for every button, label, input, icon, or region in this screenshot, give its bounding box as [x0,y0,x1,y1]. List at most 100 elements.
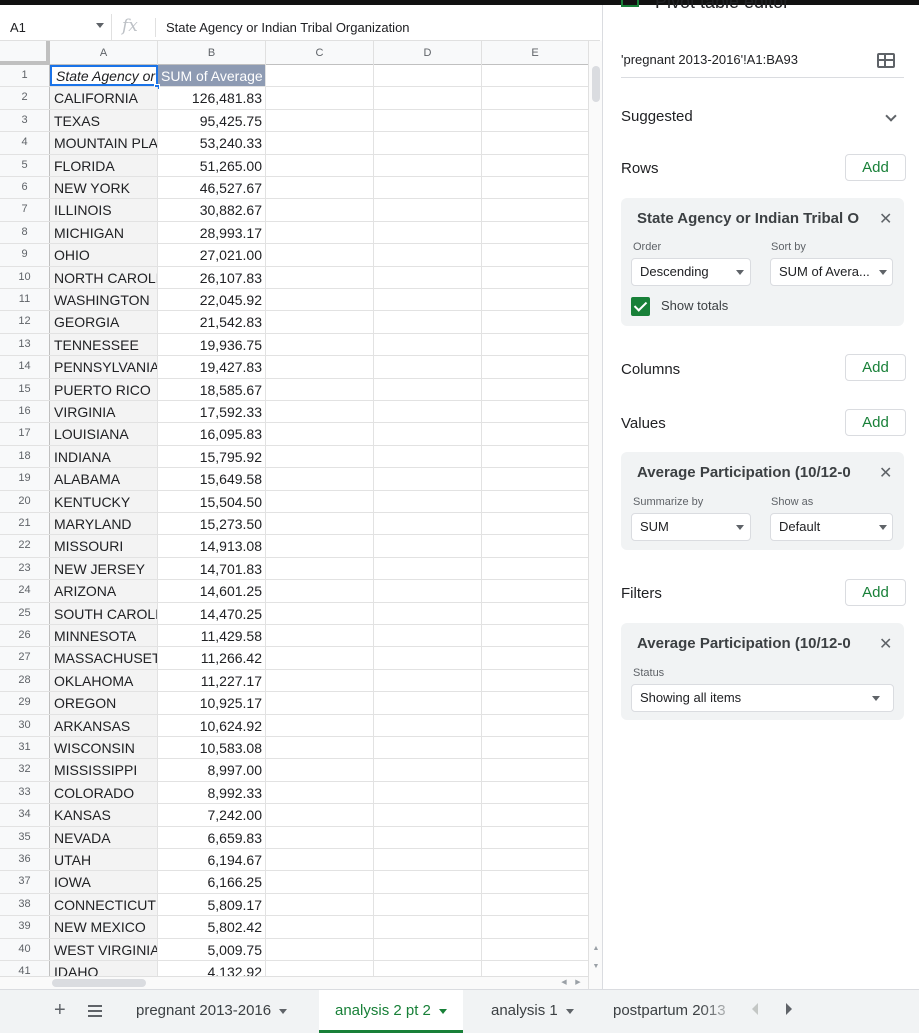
cell-d[interactable] [374,513,482,535]
select-all-corner[interactable] [0,41,50,65]
cell-state-agency[interactable]: TEXAS [50,109,158,132]
sheet-tab-analysis-1[interactable]: analysis 1 [476,990,589,1033]
cell-state-agency[interactable]: NEVADA [50,826,158,848]
column-header-b[interactable]: B [158,41,266,65]
cell-e[interactable] [482,849,588,870]
row-number[interactable]: 25 [0,602,50,624]
row-number[interactable]: 12 [0,311,50,333]
cell-d[interactable] [374,244,482,266]
cell-c[interactable] [266,423,374,445]
row-number[interactable]: 32 [0,759,50,781]
cell-d[interactable] [374,423,482,445]
cell-e[interactable] [482,423,588,444]
cell-c[interactable] [266,849,374,871]
cell-c[interactable] [266,625,374,647]
cell-state-agency[interactable]: ARKANSAS [50,714,158,736]
pivot-range-input[interactable]: 'pregnant 2013-2016'!A1:BA93 [621,52,798,67]
row-number[interactable]: 19 [0,468,50,490]
order-dropdown[interactable]: Descending [631,258,751,286]
cell-state-agency[interactable]: WASHINGTON [50,289,158,311]
cell-sum-participation[interactable]: 14,601.25 [158,580,266,602]
cell-sum-participation[interactable]: 15,795.92 [158,445,266,468]
cell-sum-participation[interactable]: 22,045.92 [158,289,266,311]
cell-e[interactable] [482,894,588,915]
cell-d[interactable] [374,669,482,692]
cell-sum-participation[interactable]: 5,809.17 [158,893,266,916]
scroll-up-icon[interactable]: ▲ [589,943,603,955]
cell-d[interactable] [374,490,482,512]
name-box[interactable]: A1 [0,14,112,41]
cell-d[interactable] [374,132,482,154]
cell-d[interactable] [374,692,482,714]
cell-c[interactable] [266,513,374,535]
cell-state-agency[interactable]: INDIANA [50,445,158,468]
cell-sum-participation[interactable]: 11,429.58 [158,625,266,647]
cell-sum-participation[interactable]: 14,701.83 [158,557,266,580]
cell-c[interactable] [266,714,374,736]
cell-d[interactable] [374,535,482,557]
cell-sum-participation[interactable]: 15,504.50 [158,490,266,512]
add-values-button[interactable]: Add [845,409,906,436]
cell-c[interactable] [266,378,374,400]
cell-state-agency[interactable]: PUERTO RICO [50,378,158,400]
cell-state-agency[interactable]: OREGON [50,692,158,714]
cell-sum-participation[interactable]: 4,132.92 [158,961,266,976]
cell-b1[interactable]: SUM of Average Participation [158,65,344,87]
cell-sum-participation[interactable]: 8,992.33 [158,781,266,804]
cell-e[interactable] [482,715,588,736]
row-number[interactable]: 26 [0,625,50,647]
cell-sum-participation[interactable]: 27,021.00 [158,244,266,266]
column-header-c[interactable]: C [266,41,374,65]
sheet-tab-pregnant[interactable]: pregnant 2013-2016 [120,990,303,1033]
cell-d[interactable] [374,266,482,288]
row-number[interactable]: 14 [0,356,50,378]
cell-c[interactable] [266,669,374,692]
cell-c[interactable] [266,759,374,781]
cell-e[interactable] [482,961,588,976]
cell-c[interactable] [266,557,374,580]
cell-e[interactable] [482,334,588,355]
row-number[interactable]: 1 [0,65,50,87]
vertical-scroll-thumb[interactable] [592,66,600,102]
cell-d[interactable] [374,961,482,976]
cell-e[interactable] [482,356,588,377]
row-number[interactable]: 27 [0,647,50,669]
cell-c[interactable] [266,87,374,109]
cell-state-agency[interactable]: ALABAMA [50,468,158,490]
cell-sum-participation[interactable]: 21,542.83 [158,311,266,333]
cell-sum-participation[interactable]: 53,240.33 [158,132,266,154]
row-number[interactable]: 6 [0,177,50,199]
cell-state-agency[interactable]: NORTH CAROLINA [50,266,158,288]
remove-filters-field-close-icon[interactable]: ✕ [879,634,892,654]
cell-sum-participation[interactable]: 7,242.00 [158,804,266,826]
cell-state-agency[interactable]: MARYLAND [50,513,158,535]
cell-sum-participation[interactable]: 14,470.25 [158,602,266,624]
cell-sum-participation[interactable]: 6,659.83 [158,826,266,848]
cell-c[interactable] [266,692,374,714]
cell-state-agency[interactable]: OKLAHOMA [50,669,158,692]
cell-d[interactable] [374,378,482,400]
cell-state-agency[interactable]: IOWA [50,871,158,893]
cell-state-agency[interactable]: ILLINOIS [50,199,158,221]
row-number[interactable]: 34 [0,804,50,826]
add-rows-button[interactable]: Add [845,154,906,181]
cell-d[interactable] [374,87,482,109]
row-number[interactable]: 30 [0,714,50,736]
select-range-icon[interactable] [877,53,895,68]
cell-e[interactable] [482,513,588,534]
cell-c[interactable] [266,289,374,311]
name-box-dropdown-icon[interactable] [96,23,104,28]
cell-sum-participation[interactable]: 15,649.58 [158,468,266,490]
row-number[interactable]: 41 [0,961,50,976]
cell-sum-participation[interactable]: 19,427.83 [158,356,266,378]
cell-sum-participation[interactable]: 14,913.08 [158,535,266,557]
cell-c[interactable] [266,602,374,624]
cell-d[interactable] [374,311,482,333]
cell-c[interactable] [266,333,374,356]
row-number[interactable]: 10 [0,266,50,288]
cell-c[interactable] [266,401,374,423]
cell-d[interactable] [374,714,482,736]
cell-e[interactable] [482,222,588,243]
cell-sum-participation[interactable]: 5,802.42 [158,916,266,938]
cell-state-agency[interactable]: MASSACHUSETTS [50,647,158,669]
